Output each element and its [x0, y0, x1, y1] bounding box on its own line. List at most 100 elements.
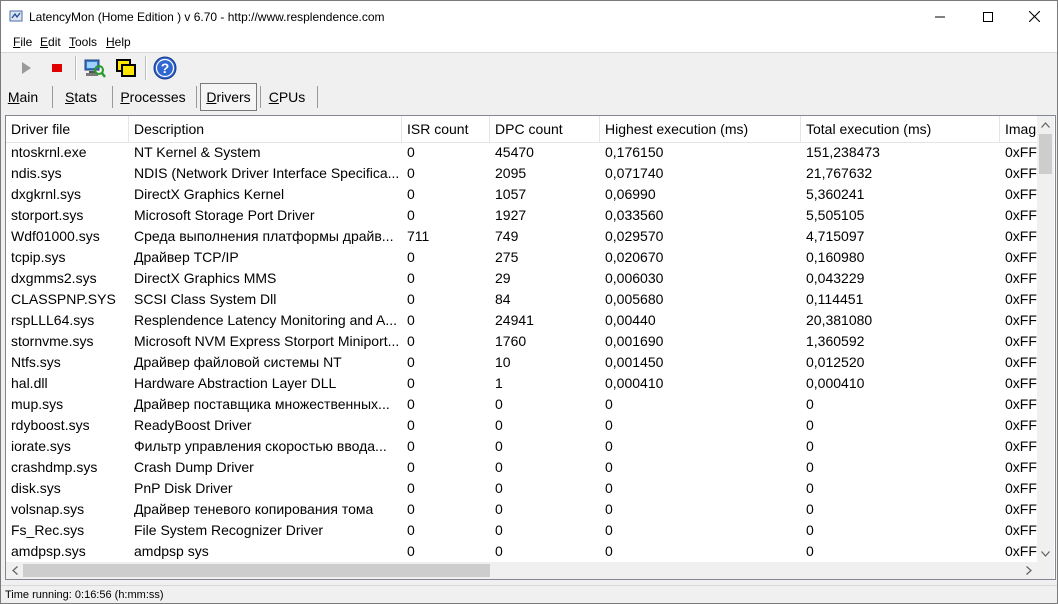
tab-separator: [317, 86, 318, 108]
drivers-table[interactable]: Driver file Description ISR count DPC co…: [5, 115, 1056, 580]
column-header-driver-file[interactable]: Driver file: [6, 116, 129, 142]
cell-highest-execution: 0,000410: [605, 375, 664, 391]
tab-processes[interactable]: Processes: [119, 85, 187, 109]
cell-dpc-count: 45470: [495, 144, 534, 160]
tab-separator: [52, 86, 53, 108]
table-row[interactable]: crashdmp.sys Crash Dump Driver 0 0 0 0 0xFF: [6, 457, 1037, 478]
computer-search-button[interactable]: [83, 56, 107, 80]
cell-description: Среда выполнения платформы драйв...: [134, 228, 394, 244]
tab-accelerator: C: [268, 89, 279, 105]
table-row[interactable]: dxgmms2.sys DirectX Graphics MMS 0 29 0,0060…: [6, 268, 1037, 289]
table-row[interactable]: storport.sys Microsoft Storage Port Drive…: [6, 205, 1037, 226]
table-row[interactable]: hal.dll Hardware Abstraction Layer DLL 0 1 0…: [6, 373, 1037, 394]
scroll-right-button[interactable]: [1020, 562, 1037, 579]
cell-driver-file: iorate.sys: [11, 438, 71, 454]
table-row[interactable]: Fs_Rec.sys File System Recognizer Driver 0…: [6, 520, 1037, 541]
horizontal-scroll-thumb[interactable]: [23, 564, 490, 577]
cell-driver-file: volsnap.sys: [11, 501, 85, 517]
cell-total-execution: 0: [806, 417, 814, 433]
vertical-scroll-thumb[interactable]: [1039, 134, 1052, 174]
cell-total-execution: 0: [806, 438, 814, 454]
cell-highest-execution: 0: [605, 522, 613, 538]
tab-stats[interactable]: Stats: [59, 85, 103, 109]
maximize-button[interactable]: [965, 1, 1011, 32]
cell-description: Microsoft Storage Port Driver: [134, 207, 315, 223]
scroll-down-button[interactable]: [1037, 545, 1054, 562]
cell-dpc-count: 84: [495, 291, 511, 307]
column-header-total-execution[interactable]: Total execution (ms): [801, 116, 1000, 142]
horizontal-scrollbar[interactable]: [6, 562, 1037, 579]
menu-help[interactable]: Help: [106, 35, 131, 49]
cell-description: Microsoft NVM Express Storport Miniport.…: [134, 333, 400, 349]
table-row[interactable]: rspLLL64.sys Resplendence Latency Monitor…: [6, 310, 1037, 331]
menu-tools[interactable]: Tools: [69, 35, 97, 49]
tab-drivers[interactable]: Drivers: [200, 83, 257, 111]
table-row[interactable]: CLASSPNP.SYS SCSI Class System Dll 0 84 0,00…: [6, 289, 1037, 310]
tab-accelerator: P: [120, 89, 130, 105]
cell-total-execution: 0: [806, 459, 814, 475]
cell-isr-count: 711: [407, 228, 430, 244]
cell-isr-count: 0: [407, 396, 415, 412]
window-title: LatencyMon (Home Edition ) v 6.70 - http…: [29, 10, 385, 24]
cell-isr-count: 0: [407, 438, 415, 454]
menu-edit[interactable]: Edit: [40, 35, 61, 49]
cell-description: SCSI Class System Dll: [134, 291, 277, 307]
table-row[interactable]: disk.sys PnP Disk Driver 0 0 0 0 0xFF: [6, 478, 1037, 499]
cell-total-execution: 5,505105: [806, 207, 865, 223]
stop-monitor-button[interactable]: [45, 56, 69, 80]
cell-image-base: 0xFF: [1005, 396, 1037, 412]
windows-button[interactable]: [114, 56, 138, 80]
column-header-image-base[interactable]: Imag: [1000, 116, 1037, 142]
cell-total-execution: 20,381080: [806, 312, 873, 328]
cell-description: Crash Dump Driver: [134, 459, 254, 475]
cell-description: DirectX Graphics MMS: [134, 270, 277, 286]
column-header-description[interactable]: Description: [129, 116, 402, 142]
tab-cpus[interactable]: CPUs: [266, 85, 308, 109]
tab-main[interactable]: Main: [3, 85, 43, 109]
menu-file[interactable]: File: [13, 35, 32, 49]
maximize-icon: [983, 11, 993, 22]
minimize-button[interactable]: [917, 1, 963, 32]
table-row[interactable]: stornvme.sys Microsoft NVM Express Storpo…: [6, 331, 1037, 352]
table-row[interactable]: tcpip.sys Драйвер TCP/IP 0 275 0,020670 0,160…: [6, 247, 1037, 268]
cell-driver-file: amdpsp.sys: [11, 543, 86, 559]
help-button[interactable]: ?: [153, 56, 177, 80]
cell-isr-count: 0: [407, 186, 415, 202]
cell-isr-count: 0: [407, 501, 415, 517]
scroll-left-button[interactable]: [6, 562, 23, 579]
cell-dpc-count: 0: [495, 396, 503, 412]
status-bar: Time running: 0:16:56 (h:mm:ss): [1, 585, 1057, 604]
table-row[interactable]: ndis.sys NDIS (Network Driver Interface S…: [6, 163, 1037, 184]
table-row[interactable]: amdpsp.sys amdpsp sys 0 0 0 0 0xFF: [6, 541, 1037, 562]
cell-highest-execution: 0: [605, 501, 613, 517]
table-row[interactable]: dxgkrnl.sys DirectX Graphics Kernel 0 1057 0…: [6, 184, 1037, 205]
cell-highest-execution: 0: [605, 417, 613, 433]
table-row[interactable]: rdyboost.sys ReadyBoost Driver 0 0 0 0 0xFF: [6, 415, 1037, 436]
vertical-scrollbar[interactable]: [1037, 116, 1054, 562]
cell-dpc-count: 275: [495, 249, 519, 265]
scrollbar-corner: [1037, 562, 1054, 579]
cell-highest-execution: 0,071740: [605, 165, 664, 181]
column-header-highest-execution[interactable]: Highest execution (ms): [600, 116, 801, 142]
close-button[interactable]: [1011, 1, 1057, 32]
cell-highest-execution: 0: [605, 459, 613, 475]
title-bar[interactable]: LatencyMon (Home Edition ) v 6.70 - http…: [1, 1, 1057, 32]
cell-description: Resplendence Latency Monitoring and A...: [134, 312, 398, 328]
start-monitor-button[interactable]: [14, 56, 38, 80]
column-header-dpc-count[interactable]: DPC count: [490, 116, 600, 142]
cell-highest-execution: 0,00440: [605, 312, 656, 328]
column-header-isr-count[interactable]: ISR count: [402, 116, 490, 142]
table-row[interactable]: Wdf01000.sys Среда выполнения платформы д…: [6, 226, 1037, 247]
cell-image-base: 0xFF: [1005, 270, 1037, 286]
cell-description: Драйвер поставщика множественных...: [134, 396, 390, 412]
table-row[interactable]: Ntfs.sys Драйвер файловой системы NT 0 10 0,…: [6, 352, 1037, 373]
cell-description: Драйвер TCP/IP: [134, 249, 239, 265]
table-row[interactable]: mup.sys Драйвер поставщика множественных.…: [6, 394, 1037, 415]
table-row[interactable]: volsnap.sys Драйвер теневого копирования …: [6, 499, 1037, 520]
cell-dpc-count: 0: [495, 480, 503, 496]
table-row[interactable]: ntoskrnl.exe NT Kernel & System 0 45470 0,17…: [6, 142, 1037, 163]
toolbar-separator: [75, 56, 77, 80]
table-row[interactable]: iorate.sys Фильтр управления скоростью вв…: [6, 436, 1037, 457]
cell-total-execution: 0,000410: [806, 375, 865, 391]
scroll-up-button[interactable]: [1037, 116, 1054, 133]
